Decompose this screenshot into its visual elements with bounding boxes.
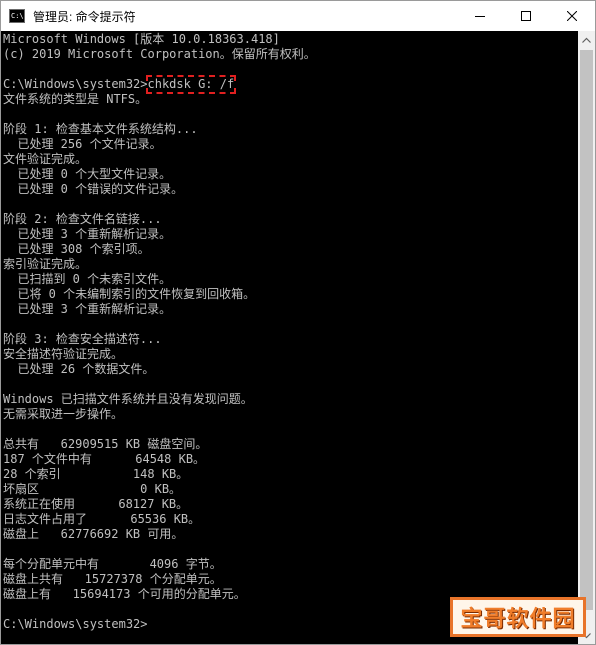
console-line: 187 个文件中有 64548 KB。 [3,452,206,466]
command-prompt-window: C:\ 管理员: 命令提示符 Microsoft Windows [版本 10.… [0,0,596,645]
console-line: 系统正在使用 68127 KB。 [3,497,189,511]
console-line: 已处理 3 个重新解析记录。 [3,227,172,241]
console-line: 已处理 26 个数据文件。 [3,362,155,376]
site-watermark-logo: 宝哥软件园 [450,597,586,637]
console-line: 日志文件占用了 65536 KB。 [3,512,201,526]
console-line: Windows 已扫描文件系统并且没有发现问题。 [3,392,253,406]
title-bar[interactable]: C:\ 管理员: 命令提示符 [1,1,595,31]
console-line: 坏扇区 0 KB。 [3,482,182,496]
console-line: 每个分配单元中有 4096 字节。 [3,557,222,571]
console-output[interactable]: Microsoft Windows [版本 10.0.18363.418] (c… [1,31,578,644]
minimize-icon [475,16,485,17]
close-button[interactable] [549,1,595,31]
window-title: 管理员: 命令提示符 [33,9,136,24]
console-line: 文件系统的类型是 NTFS。 [3,92,148,106]
console-line: 磁盘上共有 15727378 个分配单元。 [3,572,222,586]
console-command-line: C:\Windows\system32>chkdsk G: /f [3,75,237,94]
console-line: 已处理 0 个大型文件记录。 [3,167,172,181]
console-line: 已处理 3 个重新解析记录。 [3,302,172,316]
console-line: 阶段 2: 检查文件名链接... [3,212,162,226]
console-line: 已处理 308 个索引项。 [3,242,150,256]
console-line: (c) 2019 Microsoft Corporation。保留所有权利。 [3,47,316,61]
watermark-text: 宝哥软件园 [460,607,576,632]
console-line: 28 个索引 148 KB。 [3,467,189,481]
console-line: 已处理 256 个文件记录。 [3,137,162,151]
console-line: 阶段 1: 检查基本文件系统结构... [3,122,198,136]
vertical-scrollbar[interactable] [578,31,595,644]
console-prompt: C:\Windows\system32> [3,77,148,91]
close-icon [567,11,577,21]
console-line: 无需采取进一步操作。 [3,407,124,421]
console-line: 文件验证完成。 [3,152,88,166]
scrollbar-thumb[interactable] [580,50,593,610]
cmd-app-icon-text: C:\ [11,12,24,20]
console-prompt-line: C:\Windows\system32> [3,617,148,631]
console-line: 磁盘上有 15694173 个可用的分配单元。 [3,587,246,601]
scroll-up-button[interactable] [578,31,595,48]
window-controls [457,1,595,31]
console-line: 安全描述符验证完成。 [3,347,124,361]
highlighted-command: chkdsk G: /f [145,75,237,94]
console-line: 已将 0 个未编制索引的文件恢复到回收箱。 [3,287,256,301]
scroll-up-icon [582,37,591,43]
console-line: 磁盘上 62776692 KB 可用。 [3,527,184,541]
cmd-app-icon: C:\ [9,9,25,23]
console-line: 索引验证完成。 [3,257,88,271]
maximize-button[interactable] [503,1,549,31]
console-line: Microsoft Windows [版本 10.0.18363.418] [3,32,280,46]
console-line: 已处理 0 个错误的文件记录。 [3,182,184,196]
console-line: 阶段 3: 检查安全描述符... [3,332,162,346]
minimize-button[interactable] [457,1,503,31]
maximize-icon [521,11,531,21]
console-line: 已扫描到 0 个未索引文件。 [3,272,172,286]
console-line: 总共有 62909515 KB 磁盘空间。 [3,437,208,451]
